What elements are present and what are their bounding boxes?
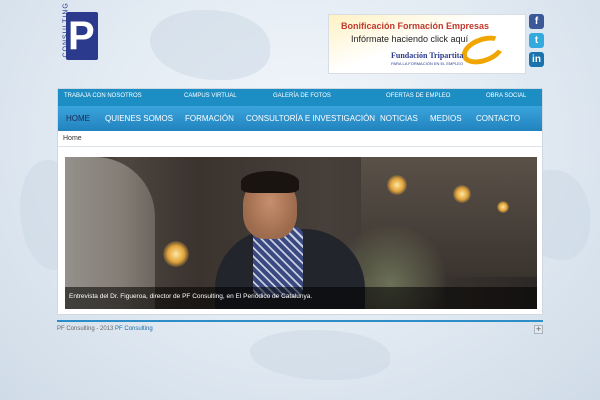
nav-item-contacto[interactable]: CONTACTO [476, 106, 520, 131]
breadcrumb-bar: Home [58, 131, 542, 147]
hero-slider[interactable]: Entrevista del Dr. Figueroa, director de… [65, 157, 537, 309]
footer-link[interactable]: PF Consulting [115, 326, 153, 332]
twitter-icon[interactable]: t [529, 33, 544, 48]
main-navigation: HOME QUIENES SOMOS FORMACIÓN CONSULTORÍA… [58, 106, 542, 131]
world-map-shape [150, 10, 270, 80]
nav-item-formacion[interactable]: FORMACIÓN [185, 106, 234, 131]
fundacion-tripartita-banner[interactable]: Bonificación Formación Empresas Infórmat… [328, 14, 526, 74]
nav-item-consultoria[interactable]: CONSULTORÍA E INVESTIGACIÓN [246, 106, 375, 131]
topbar-link-galeria[interactable]: GALERÍA DE FOTOS [273, 93, 331, 99]
logo-word: CONSULTING [62, 2, 70, 58]
banner-org-tagline: PARA LA FORMACIÓN EN EL EMPLEO [391, 61, 464, 66]
main-content: TRABAJA CON NOSOTROS CAMPUS VIRTUAL GALE… [57, 88, 543, 315]
topbar-link-obra-social[interactable]: OBRA SOCIAL [486, 93, 526, 99]
nav-item-quienes-somos[interactable]: QUIENES SOMOS [105, 106, 173, 131]
banner-org-name: Fundación Tripartita [391, 51, 464, 60]
lamp-light [453, 185, 471, 203]
banner-headline: Bonificación Formación Empresas [341, 21, 490, 31]
world-map-shape [250, 330, 390, 380]
lamp-light [387, 175, 407, 195]
nav-item-home[interactable]: HOME [66, 106, 90, 131]
footer-copyright: PF Consulting - 2013 PF Consulting [57, 326, 153, 332]
pf-consulting-logo[interactable]: P CONSULTING [56, 2, 104, 64]
footer-divider [57, 320, 543, 322]
person-hair [241, 171, 299, 193]
nav-item-medios[interactable]: MEDIOS [430, 106, 462, 131]
facebook-icon[interactable]: f [529, 14, 544, 29]
footer-copyright-text: PF Consulting - 2013 [57, 326, 116, 332]
banner-subheadline: Infórmate haciendo click aquí [351, 34, 469, 44]
top-links-bar: TRABAJA CON NOSOTROS CAMPUS VIRTUAL GALE… [58, 89, 542, 106]
nav-item-noticias[interactable]: NOTICIAS [380, 106, 418, 131]
lamp-light [497, 201, 509, 213]
lamp-light [163, 241, 189, 267]
topbar-link-campus[interactable]: CAMPUS VIRTUAL [184, 93, 237, 99]
topbar-link-ofertas[interactable]: OFERTAS DE EMPLEO [386, 93, 450, 99]
linkedin-icon[interactable]: in [529, 52, 544, 67]
hero-caption-bar: Entrevista del Dr. Figueroa, director de… [65, 287, 537, 309]
logo-letter: P [68, 14, 95, 58]
topbar-link-trabaja[interactable]: TRABAJA CON NOSOTROS [64, 93, 142, 99]
breadcrumb-home[interactable]: Home [63, 135, 82, 142]
scroll-top-button[interactable]: + [534, 325, 543, 334]
hero-caption: Entrevista del Dr. Figueroa, director de… [69, 293, 313, 300]
